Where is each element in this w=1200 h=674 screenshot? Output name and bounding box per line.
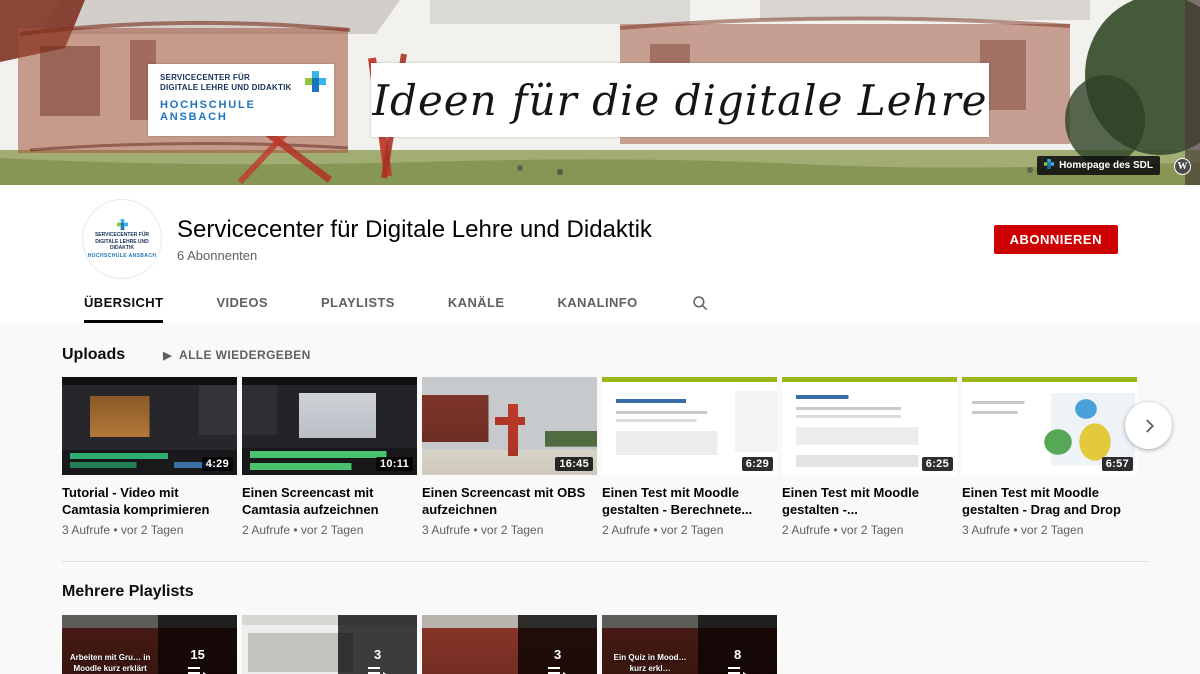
playlist-count-overlay: 3	[518, 615, 597, 674]
video-card[interactable]: 6:57 Einen Test mit Moodle gestalten - D…	[962, 377, 1137, 537]
video-card[interactable]: 16:45 Einen Screencast mit OBS aufzeichn…	[422, 377, 597, 537]
playlists-section: Mehrere Playlists Arbeiten mit Gru… in M…	[62, 562, 1148, 674]
playlist-icon	[368, 667, 388, 674]
chevron-right-icon	[1140, 417, 1158, 435]
playlist-thumbnail[interactable]: Arbeiten mit Gru… in Moodle kurz erklärt…	[62, 615, 237, 674]
video-thumbnail[interactable]: 6:25	[782, 377, 957, 475]
uploads-title: Uploads	[62, 346, 125, 364]
playlist-row: Arbeiten mit Gru… in Moodle kurz erklärt…	[62, 615, 1148, 674]
playlist-caption: Ein Quiz in Mood… kurz erkl…	[602, 615, 698, 674]
video-thumbnail[interactable]: 4:29	[62, 377, 237, 475]
wordpress-icon[interactable]: W	[1174, 158, 1191, 175]
video-meta: 2 Aufrufe • vor 2 Tagen	[602, 523, 777, 537]
video-duration: 4:29	[202, 457, 233, 471]
video-title[interactable]: Einen Test mit Moodle gestalten - Drag a…	[962, 484, 1137, 518]
video-thumbnail[interactable]: 10:11	[242, 377, 417, 475]
playlist-icon	[188, 667, 208, 674]
channel-tabs: ÜBERSICHT VIDEOS PLAYLISTS KANÄLE KANALI…	[0, 283, 1200, 323]
playlists-title: Mehrere Playlists	[62, 583, 1148, 601]
playlist-icon	[548, 667, 568, 674]
banner-tagline: Ideen für die digitale Lehre	[372, 76, 987, 125]
channel-header: SERVICECENTER FÜR DIGITALE LEHRE UND DID…	[0, 185, 1200, 323]
video-duration: 6:57	[1102, 457, 1133, 471]
channel-search-button[interactable]	[691, 283, 709, 323]
tab-kanaele[interactable]: KANÄLE	[448, 283, 505, 323]
channel-avatar: SERVICECENTER FÜR DIGITALE LEHRE UND DID…	[82, 199, 162, 279]
video-duration: 6:25	[922, 457, 953, 471]
play-icon: ▶	[163, 349, 172, 362]
playlist-count-overlay: 3	[338, 615, 417, 674]
video-title[interactable]: Einen Test mit Moodle gestalten -...	[782, 484, 957, 518]
video-title[interactable]: Einen Test mit Moodle gestalten - Berech…	[602, 484, 777, 518]
video-duration: 6:29	[742, 457, 773, 471]
search-icon	[691, 294, 709, 312]
playlist-caption: Arbeiten mit Gru… in Moodle kurz erklärt	[62, 615, 158, 674]
video-thumbnail[interactable]: 6:57	[962, 377, 1137, 475]
tab-videos[interactable]: VIDEOS	[216, 283, 268, 323]
avatar-text-3: HOCHSCHULE ANSBACH	[88, 253, 157, 259]
banner-tagline-box: Ideen für die digitale Lehre	[371, 63, 989, 137]
banner-logo-box: SERVICECENTER FÜR DIGITALE LEHRE UND DID…	[148, 64, 334, 136]
playlist-icon	[728, 667, 748, 674]
play-all-label: ALLE WIEDERGEBEN	[179, 348, 311, 362]
video-card[interactable]: 6:29 Einen Test mit Moodle gestalten - B…	[602, 377, 777, 537]
video-card[interactable]: 6:25 Einen Test mit Moodle gestalten -..…	[782, 377, 957, 537]
video-title[interactable]: Tutorial - Video mit Camtasia komprimier…	[62, 484, 237, 518]
video-card[interactable]: 10:11 Einen Screencast mit Camtasia aufz…	[242, 377, 417, 537]
video-meta: 3 Aufrufe • vor 2 Tagen	[962, 523, 1137, 537]
video-card[interactable]: 4:29 Tutorial - Video mit Camtasia kompr…	[62, 377, 237, 537]
playlist-count: 8	[734, 647, 741, 662]
playlist-thumbnail[interactable]: 3	[422, 615, 597, 674]
playlist-count-overlay: 15	[158, 615, 237, 674]
video-row: 4:29 Tutorial - Video mit Camtasia kompr…	[62, 377, 1148, 537]
video-meta: 3 Aufrufe • vor 2 Tagen	[422, 523, 597, 537]
video-meta: 3 Aufrufe • vor 2 Tagen	[62, 523, 237, 537]
logo-cross-icon	[305, 71, 326, 97]
tab-uebersicht[interactable]: ÜBERSICHT	[84, 283, 163, 323]
tab-kanalinfo[interactable]: KANALINFO	[557, 283, 637, 323]
homepage-link-label: Homepage des SDL	[1059, 160, 1153, 171]
video-duration: 10:11	[376, 457, 413, 471]
video-title[interactable]: Einen Screencast mit OBS aufzeichnen	[422, 484, 597, 518]
uploads-section: Uploads ▶ ALLE WIEDERGEBEN 4:29 Tutorial…	[62, 323, 1148, 537]
playlist-card[interactable]: 3	[242, 615, 417, 674]
playlist-count: 3	[554, 647, 561, 662]
logo-line-3: HOCHSCHULE ANSBACH	[160, 99, 324, 123]
logo-line-2: DIGITALE LEHRE UND DIDAKTIK	[160, 83, 324, 93]
play-all-link[interactable]: ▶ ALLE WIEDERGEBEN	[163, 348, 311, 362]
playlist-thumbnail[interactable]: Ein Quiz in Mood… kurz erkl… 8	[602, 615, 777, 674]
logo-line-1: SERVICECENTER FÜR	[160, 73, 324, 83]
video-title[interactable]: Einen Screencast mit Camtasia aufzeichne…	[242, 484, 417, 518]
channel-content: Uploads ▶ ALLE WIEDERGEBEN 4:29 Tutorial…	[0, 323, 1200, 674]
playlist-count: 3	[374, 647, 381, 662]
playlist-count-overlay: 8	[698, 615, 777, 674]
video-meta: 2 Aufrufe • vor 2 Tagen	[782, 523, 957, 537]
video-thumbnail[interactable]: 6:29	[602, 377, 777, 475]
video-thumbnail[interactable]: 16:45	[422, 377, 597, 475]
tab-playlists[interactable]: PLAYLISTS	[321, 283, 395, 323]
playlist-card[interactable]: Ein Quiz in Mood… kurz erkl… 8	[602, 615, 777, 674]
playlist-thumbnail[interactable]: 3	[242, 615, 417, 674]
playlist-card[interactable]: Arbeiten mit Gru… in Moodle kurz erklärt…	[62, 615, 237, 674]
channel-name: Servicecenter für Digitale Lehre und Did…	[177, 216, 652, 244]
channel-banner: SERVICECENTER FÜR DIGITALE LEHRE UND DID…	[0, 0, 1200, 185]
playlist-count: 15	[190, 647, 204, 662]
homepage-link[interactable]: Homepage des SDL	[1037, 156, 1160, 175]
video-meta: 2 Aufrufe • vor 2 Tagen	[242, 523, 417, 537]
avatar-cross-icon	[117, 219, 128, 230]
subscriber-count: 6 Abonnenten	[177, 248, 652, 263]
playlist-card[interactable]: 3	[422, 615, 597, 674]
homepage-cross-icon	[1044, 159, 1054, 172]
video-duration: 16:45	[555, 457, 593, 471]
next-videos-button[interactable]	[1125, 402, 1172, 449]
subscribe-button[interactable]: ABONNIEREN	[994, 225, 1118, 254]
avatar-text-2: DIGITALE LEHRE UND DIDAKTIK	[87, 239, 157, 252]
